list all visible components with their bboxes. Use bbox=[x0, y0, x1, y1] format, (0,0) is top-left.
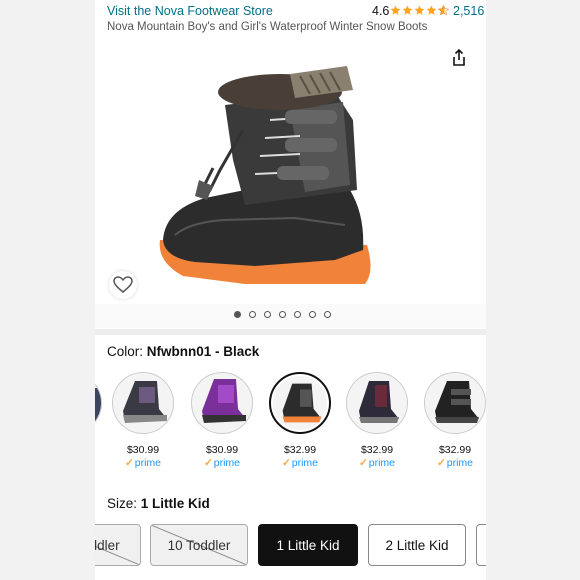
color-swatch-black[interactable]: $32.99 ✓prime bbox=[268, 372, 332, 469]
swatch-price: $32.99 bbox=[438, 444, 472, 456]
product-image[interactable] bbox=[95, 40, 486, 302]
boot-thumbnail bbox=[359, 381, 399, 423]
color-swatch-black-strap[interactable]: $32.99 ✓prime bbox=[423, 372, 486, 469]
size-option-1-little-kid[interactable]: 1 Little Kid bbox=[258, 524, 358, 566]
prime-badge: ✓prime bbox=[436, 457, 474, 469]
image-carousel-indicator bbox=[95, 304, 486, 328]
prime-badge: ✓prime bbox=[124, 457, 162, 469]
rating-value: 4.6 bbox=[372, 4, 390, 18]
boot-thumbnail bbox=[202, 379, 246, 423]
rating-count-link[interactable]: 2,516 bbox=[453, 4, 484, 18]
header-row: Visit the Nova Footwear Store 4.6 2,516 bbox=[107, 4, 484, 20]
carousel-dot[interactable] bbox=[249, 311, 256, 318]
product-page: Visit the Nova Footwear Store 4.6 2,516 … bbox=[95, 0, 486, 580]
star-icon bbox=[426, 5, 437, 15]
color-swatch-gray-purple[interactable]: $30.99 ✓prime bbox=[111, 372, 175, 469]
boot-thumbnail bbox=[123, 381, 167, 423]
share-icon bbox=[453, 48, 465, 66]
share-button[interactable] bbox=[445, 44, 473, 72]
color-swatch-purple[interactable]: $30.99 ✓prime bbox=[190, 372, 254, 469]
product-title: Nova Mountain Boy's and Girl's Waterproo… bbox=[107, 21, 428, 33]
carousel-dot[interactable] bbox=[294, 311, 301, 318]
color-swatch-navy[interactable] bbox=[95, 372, 103, 434]
boot-thumbnail bbox=[95, 388, 101, 423]
swatch-price: $32.99 bbox=[283, 444, 317, 456]
star-icon bbox=[390, 5, 401, 15]
boot-thumbnail bbox=[435, 381, 479, 423]
star-rating[interactable] bbox=[390, 4, 450, 18]
carousel-dot[interactable] bbox=[264, 311, 271, 318]
size-option-9-toddler[interactable]: 9 Toddler bbox=[95, 524, 141, 566]
prime-badge: ✓prime bbox=[203, 457, 241, 469]
size-label: Size: bbox=[107, 496, 138, 511]
size-selected-value: 1 Little Kid bbox=[140, 496, 210, 511]
swatch-price: $30.99 bbox=[126, 444, 160, 456]
prime-badge: ✓prime bbox=[281, 457, 319, 469]
color-label: Color: bbox=[107, 344, 144, 359]
carousel-dot[interactable] bbox=[309, 311, 316, 318]
star-icon bbox=[414, 5, 425, 15]
heart-icon bbox=[113, 276, 133, 293]
color-selected-value: Nfwbnn01 - Black bbox=[146, 344, 260, 359]
carousel-dot[interactable] bbox=[279, 311, 286, 318]
prime-badge: ✓prime bbox=[358, 457, 396, 469]
star-half-icon bbox=[438, 5, 449, 16]
section-divider bbox=[95, 329, 486, 335]
color-swatch-carousel: $30.99 ✓prime $30.99 ✓prime $32.99 ✓prim… bbox=[95, 372, 486, 477]
color-selection-label: Color: Nfwbnn01 - Black bbox=[107, 344, 259, 359]
color-swatch-maroon[interactable]: $32.99 ✓prime bbox=[345, 372, 409, 469]
size-option-10-toddler[interactable]: 10 Toddler bbox=[150, 524, 248, 566]
carousel-dot[interactable] bbox=[324, 311, 331, 318]
size-selection-label: Size: 1 Little Kid bbox=[107, 496, 210, 511]
add-to-wishlist-button[interactable] bbox=[109, 271, 137, 299]
swatch-price: $30.99 bbox=[205, 444, 239, 456]
size-option-next[interactable] bbox=[476, 524, 486, 566]
carousel-dot[interactable] bbox=[234, 311, 241, 318]
size-option-2-little-kid[interactable]: 2 Little Kid bbox=[368, 524, 466, 566]
boot-thumbnail bbox=[282, 383, 322, 423]
store-link[interactable]: Visit the Nova Footwear Store bbox=[107, 4, 273, 18]
swatch-price: $32.99 bbox=[360, 444, 394, 456]
boot-illustration bbox=[159, 66, 371, 284]
star-icon bbox=[402, 5, 413, 15]
